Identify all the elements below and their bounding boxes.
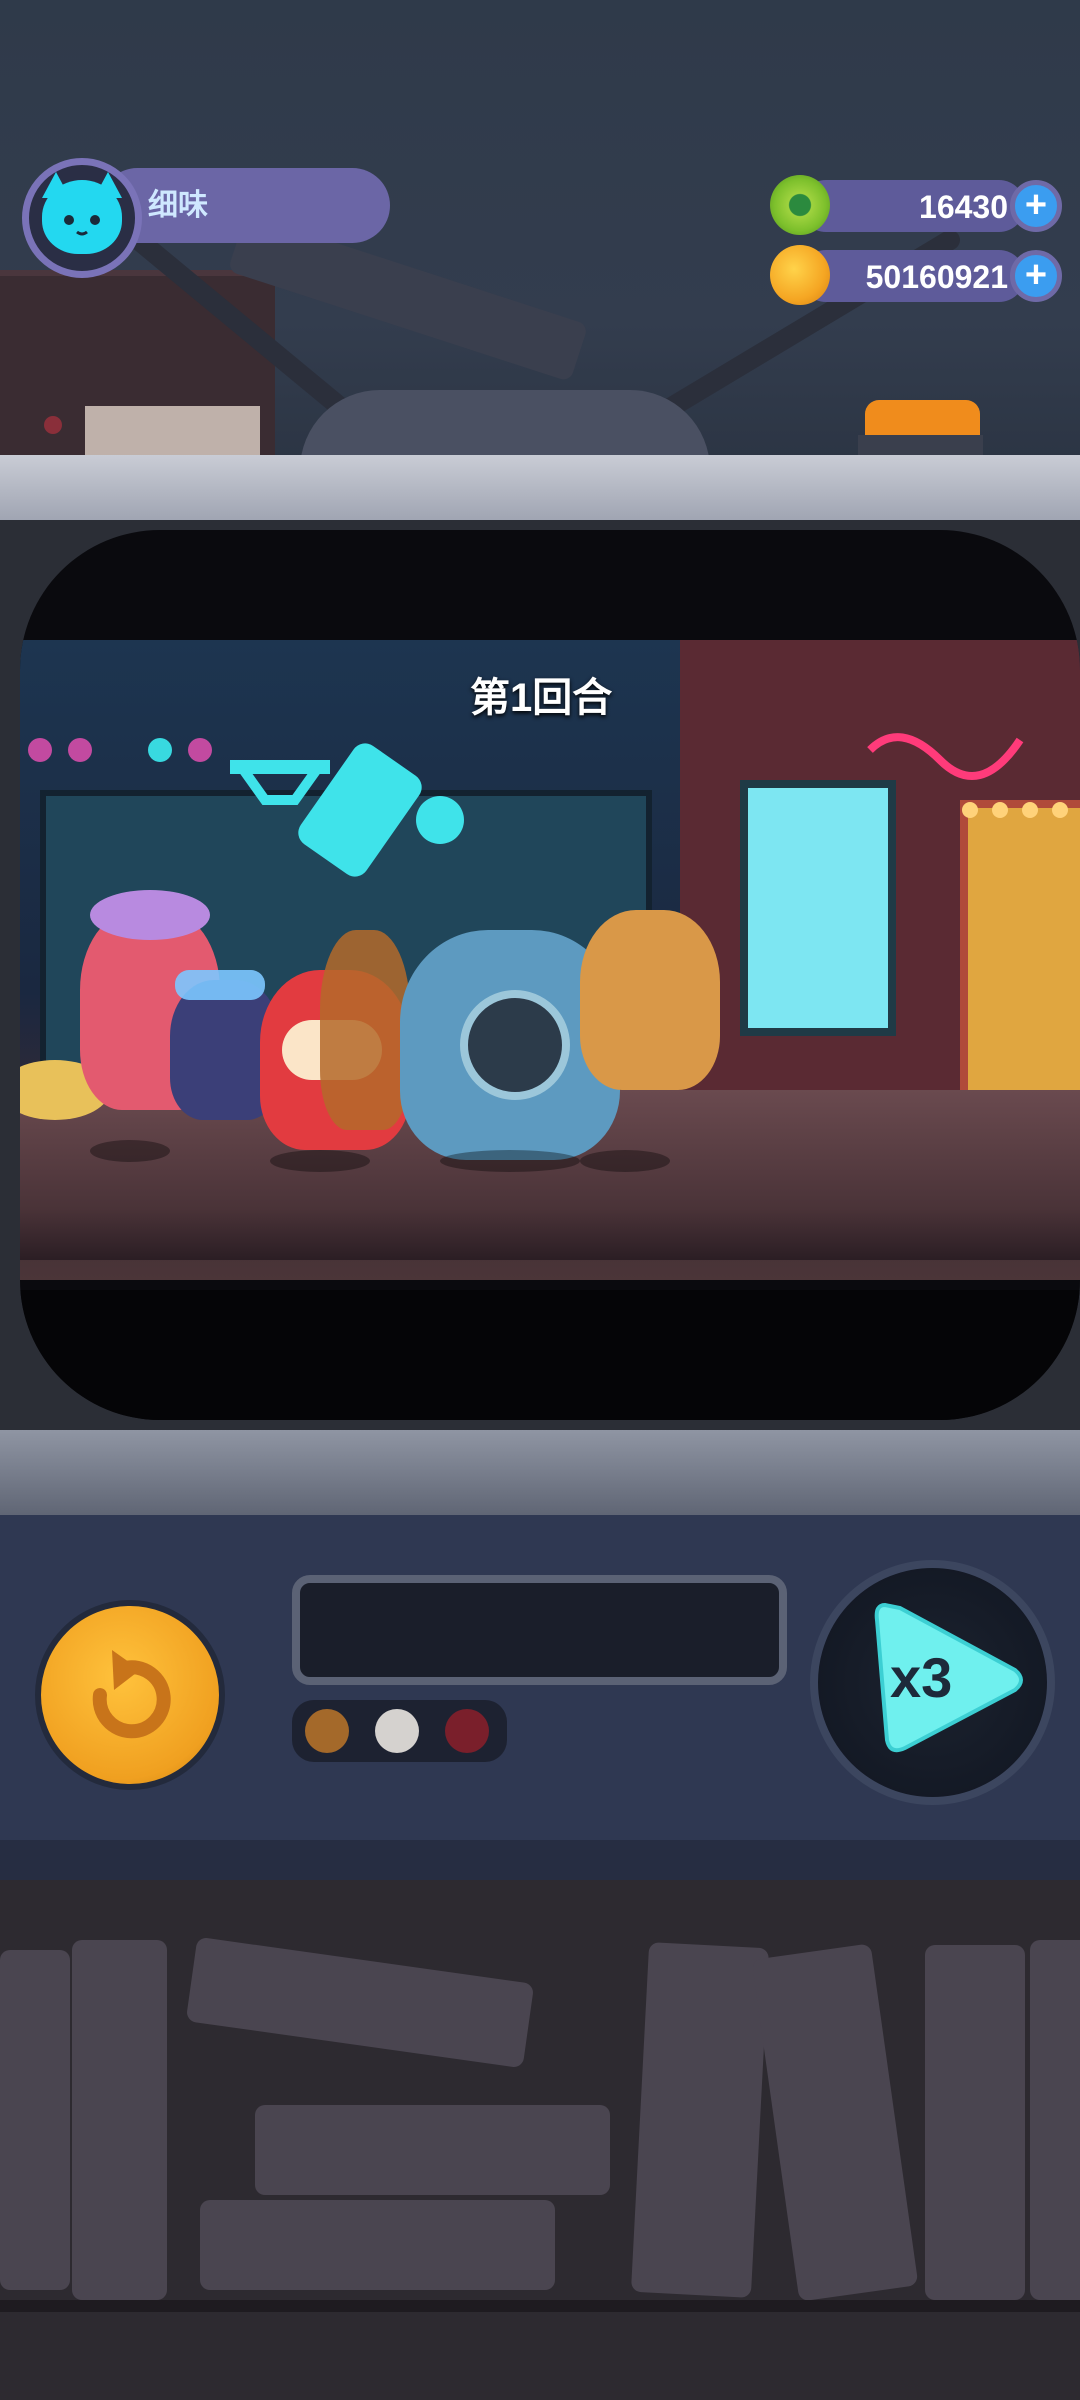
tv-top-edge [0,455,1080,525]
shell-crown-icon [90,890,210,940]
donut-count: 16430 [919,189,1008,225]
book [72,1940,167,2300]
status-light-white [375,1709,419,1753]
round-label: 第1回合 [470,676,613,720]
status-light-red [445,1709,489,1753]
donut-currency-icon [770,175,830,235]
neon-lights [28,733,1068,877]
cat-face-features [64,215,100,236]
book [630,1942,770,2298]
book [200,2200,555,2290]
add-coins-button[interactable]: + [1010,250,1062,302]
profile-bar[interactable] [100,168,390,243]
display-slot [292,1575,787,1685]
book [255,2105,610,2195]
character-shadow [580,1150,670,1172]
battle-screen [20,530,1080,1420]
character-shadow [90,1140,170,1162]
shelf-edge [0,2300,1080,2312]
robot-porthole [460,990,570,1100]
book [751,1943,919,2302]
planet-coin-icon [770,245,830,305]
book [185,1936,535,2069]
status-light-orange [305,1709,349,1753]
speed-label: x3 [890,1646,953,1709]
book [0,1950,70,2290]
add-donuts-button[interactable]: + [1010,180,1062,232]
character-shadow [270,1150,370,1172]
player-name: 细味 [148,189,208,222]
bookshelf [0,1880,1080,2400]
book [925,1945,1025,2300]
book [1030,1940,1080,2300]
coin-count: 50160921 [865,259,1008,295]
panel-bottom-strip [0,1840,1080,1880]
bear-character[interactable] [580,910,720,1090]
character-shadow [440,1150,580,1172]
goggles-icon [175,970,265,1000]
restart-arrow-icon [92,1650,171,1739]
screen-bottom-bezel [20,1290,1080,1420]
cat-face-icon [42,180,122,254]
panel-top-edge [0,1430,1080,1520]
backpack-character[interactable] [320,930,410,1130]
